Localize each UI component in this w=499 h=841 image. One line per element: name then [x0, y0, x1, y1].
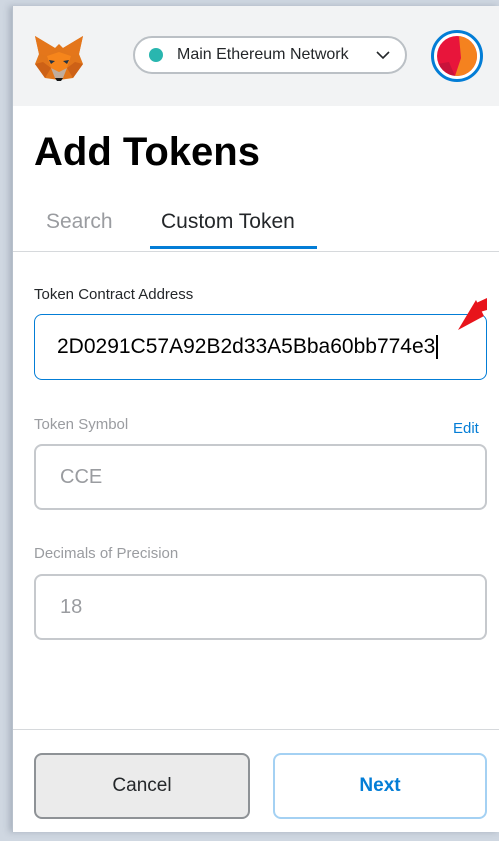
metamask-fox-logo-icon[interactable] — [33, 34, 85, 82]
tab-custom-token[interactable]: Custom Token — [161, 210, 295, 234]
app-header: Main Ethereum Network — [13, 6, 499, 106]
contract-address-input[interactable]: 2D0291C57A92B2d33A5Bba60bb774e3 — [34, 314, 487, 380]
token-symbol-value: CCE — [60, 465, 103, 488]
text-caret — [436, 335, 438, 359]
decimals-input[interactable]: 18 — [34, 574, 487, 640]
tab-search[interactable]: Search — [46, 210, 113, 234]
annotation-arrow-icon — [458, 298, 487, 330]
contract-address-value: 2D0291C57A92B2d33A5Bba60bb774e3 — [57, 335, 436, 358]
page-title: Add Tokens — [34, 130, 260, 174]
edit-symbol-link[interactable]: Edit — [453, 420, 479, 437]
account-menu-button[interactable] — [431, 30, 483, 82]
active-tab-indicator — [150, 246, 317, 249]
token-symbol-input[interactable]: CCE — [34, 444, 487, 510]
footer-divider — [13, 729, 499, 730]
network-name: Main Ethereum Network — [177, 46, 349, 63]
cancel-button[interactable]: Cancel — [34, 753, 250, 819]
account-identicon-icon — [437, 36, 477, 76]
token-symbol-label: Token Symbol — [34, 416, 129, 433]
chevron-down-icon — [376, 51, 390, 60]
network-status-dot — [149, 48, 163, 62]
tab-bar: Search Custom Token — [13, 202, 499, 252]
decimals-label: Decimals of Precision — [34, 545, 179, 562]
network-selector[interactable]: Main Ethereum Network — [133, 36, 407, 74]
decimals-value: 18 — [60, 595, 83, 618]
next-button[interactable]: Next — [273, 753, 487, 819]
metamask-window: Main Ethereum Network Add Tokens Search … — [12, 6, 499, 832]
contract-address-label: Token Contract Address — [34, 286, 194, 303]
